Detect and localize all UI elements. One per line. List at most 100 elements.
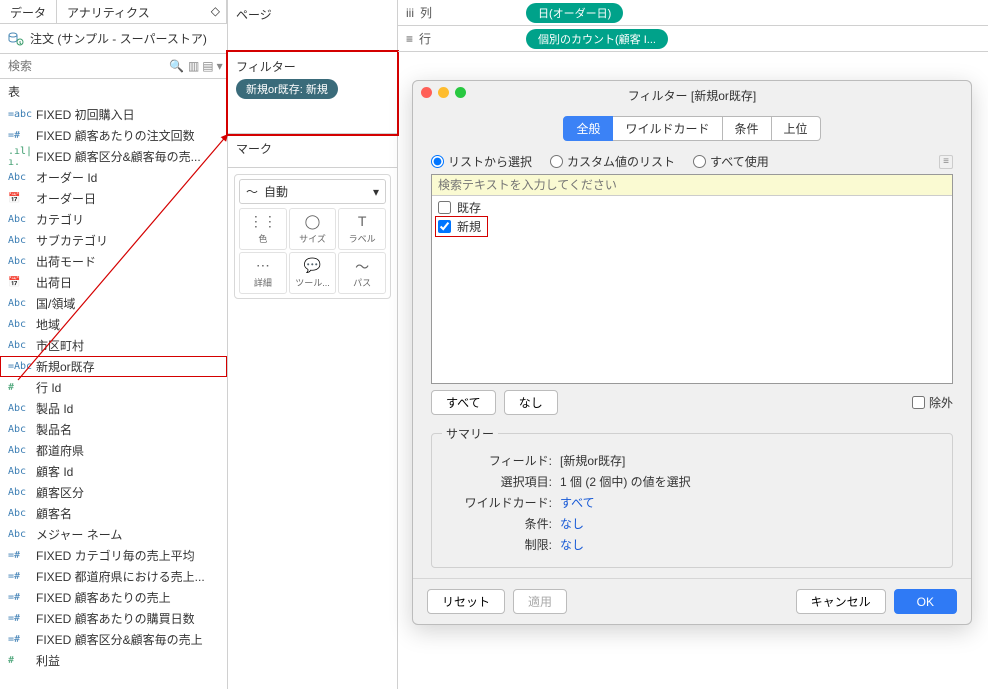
search-icon[interactable]: 🔍 <box>169 59 184 73</box>
list-item[interactable]: 新規 <box>436 217 487 236</box>
field-row[interactable]: Abc市区町村 <box>0 335 227 356</box>
mark-パス-button[interactable]: 〜パス <box>338 252 386 294</box>
field-row[interactable]: =# FIXED カテゴリ毎の売上平均 <box>0 545 227 566</box>
ok-button[interactable]: OK <box>894 589 957 614</box>
list-item[interactable]: 既存 <box>436 198 948 217</box>
columns-pill[interactable]: 日(オーダー日) <box>526 3 623 23</box>
field-row[interactable]: Abcサブカテゴリ <box>0 230 227 251</box>
field-row[interactable]: =#FIXED 顧客あたりの購買日数 <box>0 608 227 629</box>
radio-all[interactable]: すべて使用 <box>693 153 769 170</box>
field-row[interactable]: Abc都道府県 <box>0 440 227 461</box>
list-search-input[interactable] <box>438 178 946 192</box>
exclude-input[interactable] <box>912 396 925 409</box>
columns-shelf[interactable]: iii列 日(オーダー日) <box>398 0 988 26</box>
list-item-checkbox[interactable] <box>438 220 451 233</box>
field-type-icon: =# <box>8 550 28 561</box>
dialog-title: フィルター [新規or既存] <box>628 89 756 103</box>
tab-data[interactable]: データ <box>0 0 57 23</box>
field-row[interactable]: 📅オーダー日 <box>0 188 227 209</box>
mark-cell-label: サイズ <box>299 234 326 244</box>
mark-type-dropdown[interactable]: 〜 自動 ▾ <box>239 179 386 204</box>
filters-shelf[interactable]: フィルター 新規or既存: 新規 <box>228 52 397 134</box>
field-row[interactable]: 📅出荷日 <box>0 272 227 293</box>
field-row[interactable]: Abc地域 <box>0 314 227 335</box>
field-row[interactable]: .ıl|ı.FIXED 顧客区分&顧客毎の売... <box>0 146 227 167</box>
radio-all-input[interactable] <box>693 155 706 168</box>
tree-view-icon[interactable]: ▤ <box>202 59 213 73</box>
tab-top[interactable]: 上位 <box>772 116 821 141</box>
mark-サイズ-button[interactable]: ◯サイズ <box>289 208 337 250</box>
mark-詳細-button[interactable]: ⋯詳細 <box>239 252 287 294</box>
radio-custom-input[interactable] <box>550 155 563 168</box>
field-row[interactable]: Abcカテゴリ <box>0 209 227 230</box>
rows-pill[interactable]: 個別のカウント(顧客 I... <box>526 29 668 49</box>
cancel-button[interactable]: キャンセル <box>796 589 886 614</box>
mark-ラベル-button[interactable]: Tラベル <box>338 208 386 250</box>
field-label: FIXED 顧客あたりの売上 <box>36 589 171 606</box>
field-label: 顧客区分 <box>36 484 84 501</box>
select-all-button[interactable]: すべて <box>431 390 496 415</box>
filter-pill[interactable]: 新規or既存: 新規 <box>236 79 338 99</box>
radio-list[interactable]: リストから選択 <box>431 153 532 170</box>
exclude-checkbox[interactable]: 除外 <box>912 394 953 411</box>
tab-wildcard[interactable]: ワイルドカード <box>613 116 722 141</box>
tab-general[interactable]: 全般 <box>563 116 613 141</box>
field-row[interactable]: Abcメジャー ネーム <box>0 524 227 545</box>
columns-icon: iii <box>406 6 414 20</box>
field-row[interactable]: #利益 <box>0 650 227 671</box>
field-row[interactable]: =#FIXED 顧客あたりの注文回数 <box>0 125 227 146</box>
field-label: 製品名 <box>36 421 72 438</box>
field-row[interactable]: =Abc新規or既存 <box>0 356 227 377</box>
mark-色-button[interactable]: ⋮⋮色 <box>239 208 287 250</box>
field-row[interactable]: Abc製品 Id <box>0 398 227 419</box>
field-row[interactable]: Abcオーダー Id <box>0 167 227 188</box>
options-menu-icon[interactable]: ≡ <box>939 155 953 169</box>
field-row[interactable]: =# FIXED 顧客あたりの売上 <box>0 587 227 608</box>
close-icon[interactable] <box>421 87 432 98</box>
select-none-button[interactable]: なし <box>504 390 558 415</box>
tab-condition[interactable]: 条件 <box>723 116 772 141</box>
field-row[interactable]: Abc 顧客区分 <box>0 482 227 503</box>
summary-condition-link[interactable]: なし <box>560 515 584 532</box>
field-row[interactable]: Abc顧客名 <box>0 503 227 524</box>
reset-button[interactable]: リセット <box>427 589 505 614</box>
minimize-icon[interactable] <box>438 87 449 98</box>
field-label: FIXED 顧客あたりの注文回数 <box>36 127 195 144</box>
radio-custom[interactable]: カスタム値のリスト <box>550 153 675 170</box>
field-type-icon: # <box>8 382 28 393</box>
field-type-icon: =# <box>8 592 28 603</box>
field-row[interactable]: Abc顧客 Id <box>0 461 227 482</box>
list-item-label: 新規 <box>457 218 481 235</box>
mark-ツール...-button[interactable]: 💬ツール... <box>289 252 337 294</box>
field-row[interactable]: Abc出荷モード <box>0 251 227 272</box>
field-label: FIXED カテゴリ毎の売上平均 <box>36 547 195 564</box>
field-row[interactable]: Abc製品名 <box>0 419 227 440</box>
filter-dialog: フィルター [新規or既存] 全般 ワイルドカード 条件 上位 リストから選択 … <box>412 80 972 625</box>
pages-shelf[interactable]: ページ <box>228 0 397 52</box>
summary-wildcard-link[interactable]: すべて <box>560 494 595 511</box>
tab-analytics[interactable]: アナリティクス ◇ <box>57 0 227 23</box>
field-row[interactable]: =#FIXED 顧客区分&顧客毎の売上 <box>0 629 227 650</box>
list-view-icon[interactable]: ▥ <box>188 59 199 73</box>
field-type-icon: Abc <box>8 508 28 519</box>
radio-list-input[interactable] <box>431 155 444 168</box>
chevron-down-icon[interactable]: ▾ <box>217 59 223 73</box>
rows-shelf[interactable]: ≡行 個別のカウント(顧客 I... <box>398 26 988 52</box>
field-row[interactable]: Abc国/領域 <box>0 293 227 314</box>
tables-header: 表 <box>0 79 227 104</box>
list-search <box>432 175 952 196</box>
datasource-row[interactable]: 注文 (サンプル - スーパーストア) <box>0 24 227 54</box>
list-item-checkbox[interactable] <box>438 201 451 214</box>
field-type-icon: Abc <box>8 487 28 498</box>
field-row[interactable]: =abcFIXED 初回購入日 <box>0 104 227 125</box>
mark-cell-label: ツール... <box>295 278 330 288</box>
field-label: 国/領域 <box>36 295 75 312</box>
field-label: FIXED 初回購入日 <box>36 106 135 123</box>
field-label: 出荷モード <box>36 253 96 270</box>
field-row[interactable]: #行 Id <box>0 377 227 398</box>
zoom-icon[interactable] <box>455 87 466 98</box>
summary-limit-link[interactable]: なし <box>560 536 584 553</box>
search-input[interactable] <box>6 56 165 76</box>
field-row[interactable]: =#FIXED 都道府県における売上... <box>0 566 227 587</box>
apply-button[interactable]: 適用 <box>513 589 567 614</box>
